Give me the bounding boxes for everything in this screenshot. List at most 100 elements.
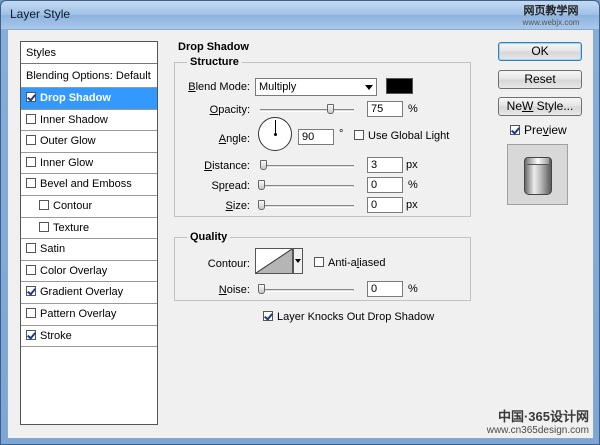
style-item-color-overlay[interactable]: Color Overlay bbox=[21, 261, 157, 283]
angle-dial-center bbox=[274, 133, 277, 136]
reset-button[interactable]: Reset bbox=[498, 70, 582, 89]
style-item-checkbox[interactable] bbox=[26, 135, 36, 146]
style-item-drop-shadow[interactable]: Drop Shadow bbox=[21, 88, 157, 110]
angle-unit: ° bbox=[339, 128, 344, 140]
contour-label: Contour: bbox=[207, 258, 250, 270]
spread-slider-thumb[interactable] bbox=[258, 180, 265, 190]
opacity-slider-thumb[interactable] bbox=[326, 104, 334, 114]
watermark-top-line2: www.webjx.com bbox=[522, 18, 580, 27]
style-item-label: Texture bbox=[53, 221, 90, 234]
anti-aliased-checkbox[interactable] bbox=[314, 257, 324, 267]
noise-slider-track[interactable] bbox=[260, 289, 354, 292]
style-item-checkbox[interactable] bbox=[26, 243, 36, 254]
preview-checkbox[interactable] bbox=[510, 125, 520, 135]
style-item-label: Outer Glow bbox=[40, 135, 96, 148]
style-item-label: Gradient Overlay bbox=[40, 286, 124, 299]
style-item-inner-shadow[interactable]: Inner Shadow bbox=[21, 110, 157, 132]
style-item-stroke[interactable]: Stroke bbox=[21, 326, 157, 348]
watermark-bottom-line1: 中国·365设计网 bbox=[497, 409, 589, 424]
anti-aliased-label: Anti-aliased bbox=[328, 257, 386, 269]
style-item-outer-glow[interactable]: Outer Glow bbox=[21, 131, 157, 153]
new-style-button[interactable]: NeW Style... bbox=[498, 97, 582, 116]
style-item-checkbox[interactable] bbox=[26, 113, 36, 124]
styles-header[interactable]: Styles bbox=[21, 42, 157, 64]
blend-mode-value: Multiply bbox=[259, 81, 297, 93]
style-item-checkbox[interactable] bbox=[26, 329, 36, 340]
blend-mode-select[interactable]: Multiply bbox=[255, 78, 377, 96]
drop-shadow-panel: Drop Shadow Structure Blend Mode: Multip… bbox=[174, 36, 474, 429]
size-slider-thumb[interactable] bbox=[258, 200, 265, 210]
noise-unit: % bbox=[408, 283, 418, 295]
chevron-down-icon bbox=[365, 85, 373, 90]
angle-dial[interactable] bbox=[258, 117, 292, 151]
style-item-checkbox[interactable] bbox=[39, 199, 49, 210]
style-item-checkbox[interactable] bbox=[26, 92, 36, 102]
anti-aliased-option[interactable]: Anti-aliased bbox=[314, 257, 386, 269]
ok-button[interactable]: OK bbox=[498, 42, 582, 61]
opacity-input[interactable]: 75 bbox=[367, 101, 403, 117]
preview-cylinder-shape bbox=[524, 157, 552, 195]
watermark-top: 网页教学网 www.webjx.com bbox=[515, 5, 587, 31]
distance-label: Distance: bbox=[204, 160, 250, 172]
size-input[interactable]: 0 bbox=[367, 197, 403, 213]
distance-unit: px bbox=[406, 159, 418, 171]
style-item-label: Bevel and Emboss bbox=[40, 178, 132, 191]
style-item-checkbox[interactable] bbox=[26, 178, 36, 189]
style-item-bevel-and-emboss[interactable]: Bevel and Emboss bbox=[21, 174, 157, 196]
blending-options-item[interactable]: Blending Options: Default bbox=[21, 64, 157, 88]
watermark-top-line1: 网页教学网 bbox=[523, 5, 579, 17]
style-item-checkbox[interactable] bbox=[26, 286, 36, 297]
style-item-label: Contour bbox=[53, 199, 93, 212]
window-title: Layer Style bbox=[10, 7, 71, 21]
style-item-satin[interactable]: Satin bbox=[21, 239, 157, 261]
style-item-label: Inner Shadow bbox=[40, 113, 108, 126]
style-preview-thumbnail bbox=[507, 144, 568, 205]
preview-option[interactable]: Preview bbox=[510, 123, 567, 137]
layer-style-window: Layer Style 网页教学网 www.webjx.com Styles B… bbox=[0, 0, 600, 445]
style-item-label: Satin bbox=[40, 243, 66, 256]
blend-mode-label: Blend Mode: bbox=[188, 81, 250, 93]
size-slider-track[interactable] bbox=[260, 205, 354, 208]
size-unit: px bbox=[406, 199, 418, 211]
spread-input[interactable]: 0 bbox=[367, 177, 403, 193]
layer-knockout-label: Layer Knocks Out Drop Shadow bbox=[277, 311, 435, 323]
distance-slider-thumb[interactable] bbox=[260, 160, 267, 170]
angle-input[interactable]: 90 bbox=[298, 129, 334, 145]
use-global-light-checkbox[interactable] bbox=[354, 130, 364, 140]
style-item-label: Pattern Overlay bbox=[40, 307, 117, 320]
distance-slider-track[interactable] bbox=[260, 165, 354, 168]
style-item-pattern-overlay[interactable]: Pattern Overlay bbox=[21, 304, 157, 326]
title-bar[interactable]: Layer Style 网页教学网 www.webjx.com bbox=[1, 1, 599, 29]
style-item-checkbox[interactable] bbox=[26, 156, 36, 167]
style-item-inner-glow[interactable]: Inner Glow bbox=[21, 153, 157, 175]
style-item-checkbox[interactable] bbox=[26, 307, 36, 318]
spread-unit: % bbox=[408, 179, 418, 191]
layer-knockout-option[interactable]: Layer Knocks Out Drop Shadow bbox=[263, 311, 434, 323]
structure-title: Structure bbox=[187, 56, 242, 68]
contour-dropdown[interactable] bbox=[293, 248, 303, 274]
contour-preview[interactable] bbox=[255, 248, 293, 274]
distance-input[interactable]: 3 bbox=[367, 157, 403, 173]
size-label: Size: bbox=[225, 200, 250, 212]
style-item-checkbox[interactable] bbox=[26, 264, 36, 275]
noise-input[interactable]: 0 bbox=[367, 281, 403, 297]
use-global-light-option[interactable]: Use Global Light bbox=[354, 130, 449, 142]
style-item-label: Drop Shadow bbox=[40, 92, 111, 104]
style-item-gradient-overlay[interactable]: Gradient Overlay bbox=[21, 282, 157, 304]
style-item-texture[interactable]: Texture bbox=[21, 218, 157, 240]
angle-label: Angle: bbox=[218, 133, 250, 145]
opacity-slider-track[interactable] bbox=[260, 109, 354, 112]
shadow-color-swatch[interactable] bbox=[386, 78, 413, 94]
spread-label: Spread: bbox=[211, 180, 250, 192]
style-item-contour[interactable]: Contour bbox=[21, 196, 157, 218]
dialog-client-area: Styles Blending Options: Default Drop Sh… bbox=[7, 29, 594, 439]
noise-label: Noise: bbox=[218, 284, 250, 296]
style-item-checkbox[interactable] bbox=[39, 221, 49, 232]
noise-slider-thumb[interactable] bbox=[258, 284, 265, 294]
preview-label: Preview bbox=[524, 123, 567, 137]
spread-slider-track[interactable] bbox=[260, 185, 354, 188]
opacity-label: Opacity: bbox=[209, 104, 250, 116]
layer-knockout-checkbox[interactable] bbox=[263, 311, 273, 321]
contour-linear-icon bbox=[255, 248, 293, 274]
style-item-label: Inner Glow bbox=[40, 156, 94, 169]
